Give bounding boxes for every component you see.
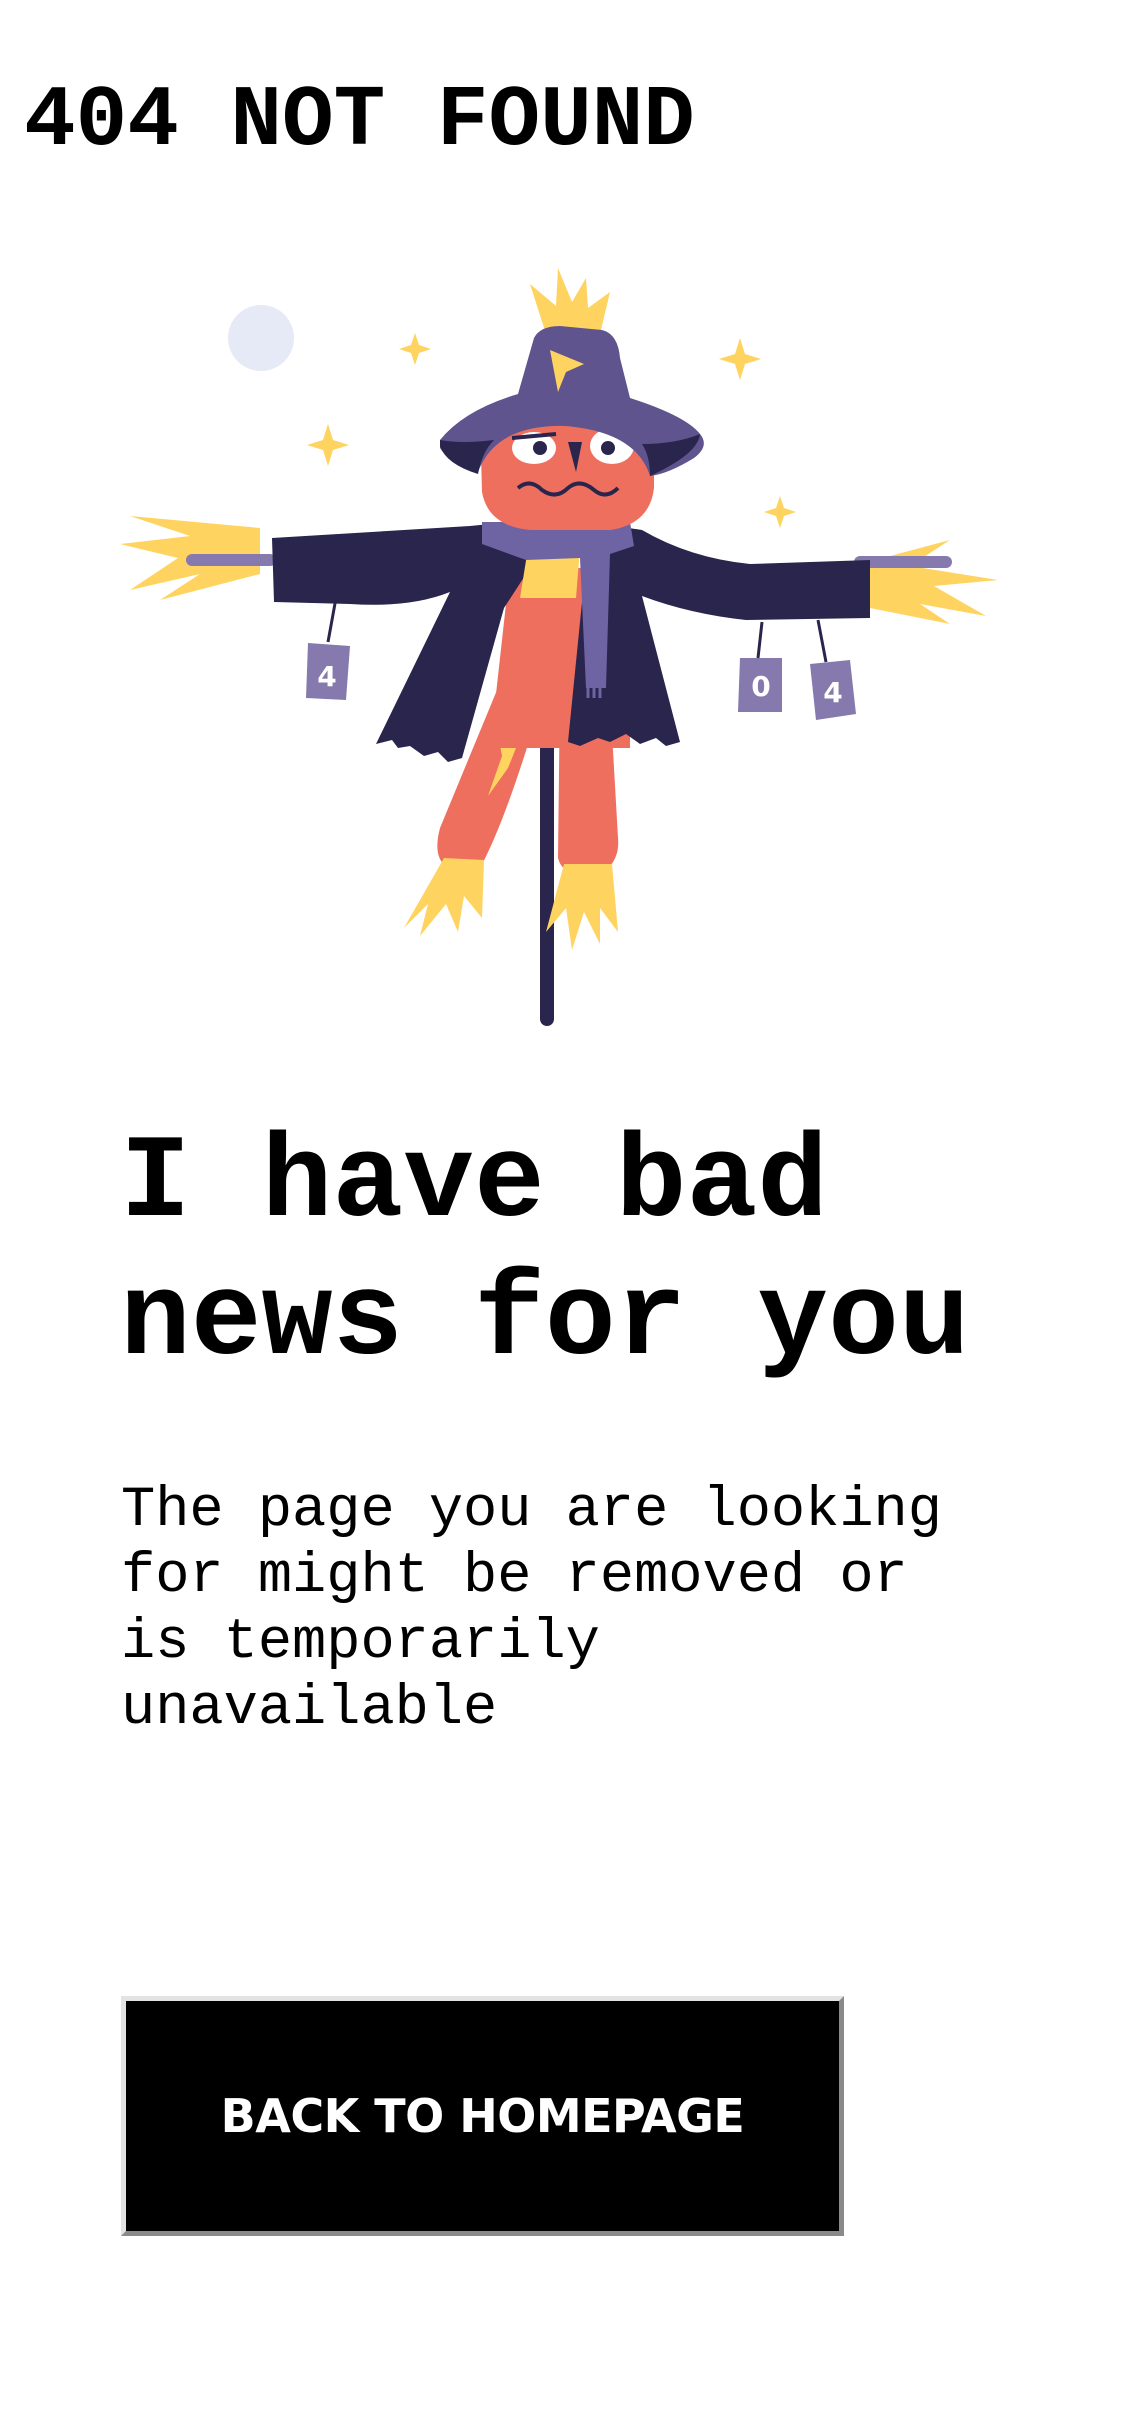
- error-headline: I have bad news for you: [120, 1118, 970, 1389]
- straw-right-hand: [860, 540, 998, 624]
- can-label-right: 4: [823, 676, 842, 709]
- tin-can-4-right: 4: [810, 660, 856, 720]
- straw-right-foot: [546, 864, 618, 950]
- scarecrow-illustration: 4 0 4: [120, 268, 998, 1026]
- tin-can-4-left: 4: [306, 643, 350, 700]
- tin-can-0-middle: 0: [738, 658, 782, 712]
- back-to-homepage-button[interactable]: BACK TO HOMEPAGE: [121, 1996, 844, 2236]
- crossbar-rod-left: [186, 554, 276, 566]
- hat-straw-tuft: [530, 268, 610, 334]
- moon-icon: [228, 305, 294, 371]
- can-label-middle: 0: [751, 670, 770, 703]
- page-brand-title: 404 NOT FOUND: [24, 72, 695, 170]
- can-label-left: 4: [317, 660, 336, 693]
- straw-left-foot: [404, 858, 484, 936]
- error-message: The page you are looking for might be re…: [121, 1479, 942, 1741]
